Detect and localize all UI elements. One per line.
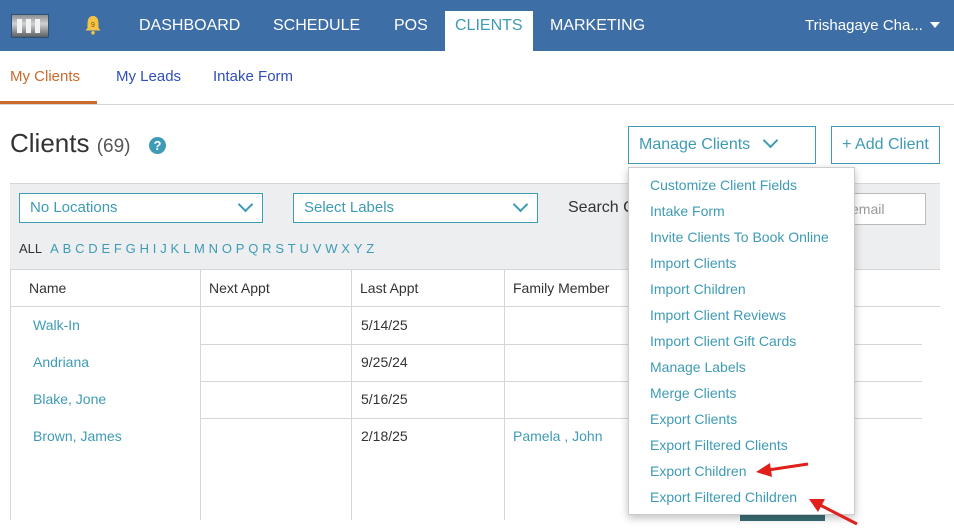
last-appt-cell: 5/14/25 — [361, 317, 408, 333]
nav-marketing[interactable]: MARKETING — [550, 0, 645, 51]
alpha-letter[interactable]: I — [153, 241, 157, 256]
add-client-button[interactable]: + Add Client — [831, 126, 940, 164]
top-nav: 9 DASHBOARD SCHEDULE POS CLIENTS MARKETI… — [0, 0, 954, 51]
help-icon[interactable]: ? — [149, 137, 166, 154]
caret-down-icon[interactable] — [930, 22, 940, 28]
column-header-next-appt[interactable]: Next Appt — [209, 280, 270, 296]
tab-my-clients[interactable]: My Clients — [10, 68, 80, 85]
menu-item-import-clients[interactable]: Import Clients — [650, 255, 736, 271]
page-title-text: Clients — [10, 128, 90, 158]
menu-item-invite-clients[interactable]: Invite Clients To Book Online — [650, 229, 829, 245]
sub-nav: My Clients My Leads Intake Form — [0, 51, 954, 105]
alpha-letter[interactable]: Q — [248, 241, 258, 256]
alpha-letter[interactable]: E — [101, 241, 110, 256]
labels-value: Select Labels — [304, 199, 395, 216]
alpha-letter[interactable]: X — [341, 241, 350, 256]
client-name-link[interactable]: Walk-In — [33, 317, 80, 333]
client-name-link[interactable]: Brown, James — [33, 428, 122, 444]
alpha-letter[interactable]: J — [160, 241, 167, 256]
nav-schedule[interactable]: SCHEDULE — [273, 0, 360, 51]
menu-item-import-gift-cards[interactable]: Import Client Gift Cards — [650, 333, 796, 349]
chevron-down-icon — [762, 132, 779, 149]
menu-item-merge-clients[interactable]: Merge Clients — [650, 385, 736, 401]
alpha-letter[interactable]: M — [194, 241, 205, 256]
business-logo[interactable] — [11, 14, 49, 38]
last-appt-cell: 5/16/25 — [361, 391, 408, 407]
menu-item-import-children[interactable]: Import Children — [650, 281, 746, 297]
column-header-last-appt[interactable]: Last Appt — [360, 280, 418, 296]
client-name-link[interactable]: Andriana — [33, 354, 89, 370]
alpha-all[interactable]: ALL — [19, 241, 42, 256]
family-member-cell[interactable]: Pamela , John — [513, 428, 603, 444]
alpha-letter[interactable]: U — [300, 241, 309, 256]
alpha-letter[interactable]: Y — [354, 241, 363, 256]
menu-item-export-filtered-children[interactable]: Export Filtered Children — [650, 489, 797, 505]
last-appt-cell: 2/18/25 — [361, 428, 408, 444]
alpha-letter[interactable]: V — [313, 241, 322, 256]
alpha-letter[interactable]: P — [236, 241, 245, 256]
column-divider — [504, 269, 505, 520]
alpha-letter[interactable]: W — [325, 241, 337, 256]
tab-intake-form[interactable]: Intake Form — [213, 68, 293, 85]
locations-select[interactable]: No Locations — [19, 193, 263, 223]
column-divider — [200, 269, 201, 520]
page-title: Clients (69) — [10, 128, 131, 159]
search-label: Search C — [568, 199, 635, 216]
user-menu[interactable]: Trishagaye Cha... — [805, 0, 923, 51]
nav-clients[interactable]: CLIENTS — [445, 11, 533, 51]
alpha-letter[interactable]: L — [183, 241, 190, 256]
menu-item-manage-labels[interactable]: Manage Labels — [650, 359, 746, 375]
alpha-letter[interactable]: B — [63, 241, 72, 256]
alpha-letter[interactable]: D — [88, 241, 97, 256]
alpha-letter[interactable]: A — [50, 241, 59, 256]
bell-icon[interactable]: 9 — [84, 15, 102, 35]
chevron-down-icon — [237, 196, 254, 213]
alpha-letter[interactable]: G — [126, 241, 136, 256]
alpha-letter[interactable]: O — [222, 241, 232, 256]
bell-count: 9 — [91, 22, 95, 29]
column-header-family-member[interactable]: Family Member — [513, 280, 609, 296]
active-tab-indicator — [0, 101, 97, 104]
menu-item-export-filtered-clients[interactable]: Export Filtered Clients — [650, 437, 788, 453]
locations-value: No Locations — [30, 199, 118, 216]
alpha-letter[interactable]: K — [171, 241, 180, 256]
column-header-name[interactable]: Name — [29, 280, 66, 296]
alpha-letter[interactable]: H — [140, 241, 149, 256]
client-count: (69) — [96, 136, 131, 157]
nav-pos[interactable]: POS — [394, 0, 428, 51]
table-border-left — [10, 269, 11, 520]
alpha-letter[interactable]: R — [262, 241, 271, 256]
client-name-link[interactable]: Blake, Jone — [33, 391, 106, 407]
tab-my-leads[interactable]: My Leads — [116, 68, 181, 85]
menu-item-export-clients[interactable]: Export Clients — [650, 411, 737, 427]
menu-item-import-client-reviews[interactable]: Import Client Reviews — [650, 307, 786, 323]
menu-item-customize-client-fields[interactable]: Customize Client Fields — [650, 177, 797, 193]
alpha-letter[interactable]: C — [75, 241, 84, 256]
manage-clients-menu: Customize Client Fields Intake Form Invi… — [628, 167, 855, 515]
alpha-letter[interactable]: S — [275, 241, 284, 256]
last-appt-cell: 9/25/24 — [361, 354, 408, 370]
labels-select[interactable]: Select Labels — [293, 193, 538, 223]
nav-dashboard[interactable]: DASHBOARD — [139, 0, 240, 51]
menu-item-export-children[interactable]: Export Children — [650, 463, 747, 479]
manage-clients-button[interactable]: Manage Clients — [628, 126, 816, 164]
alphabet-filter: ALL A B C D E F G H I J K L M N O P Q R S T U V W X Y Z — [19, 241, 378, 256]
menu-item-intake-form[interactable]: Intake Form — [650, 203, 725, 219]
column-divider — [351, 269, 352, 520]
chevron-down-icon — [512, 196, 529, 213]
alpha-letter[interactable]: N — [209, 241, 218, 256]
alpha-letter[interactable]: Z — [366, 241, 374, 256]
alpha-letter[interactable]: T — [288, 241, 296, 256]
manage-clients-label: Manage Clients — [639, 136, 751, 153]
alpha-letter[interactable]: F — [114, 241, 122, 256]
